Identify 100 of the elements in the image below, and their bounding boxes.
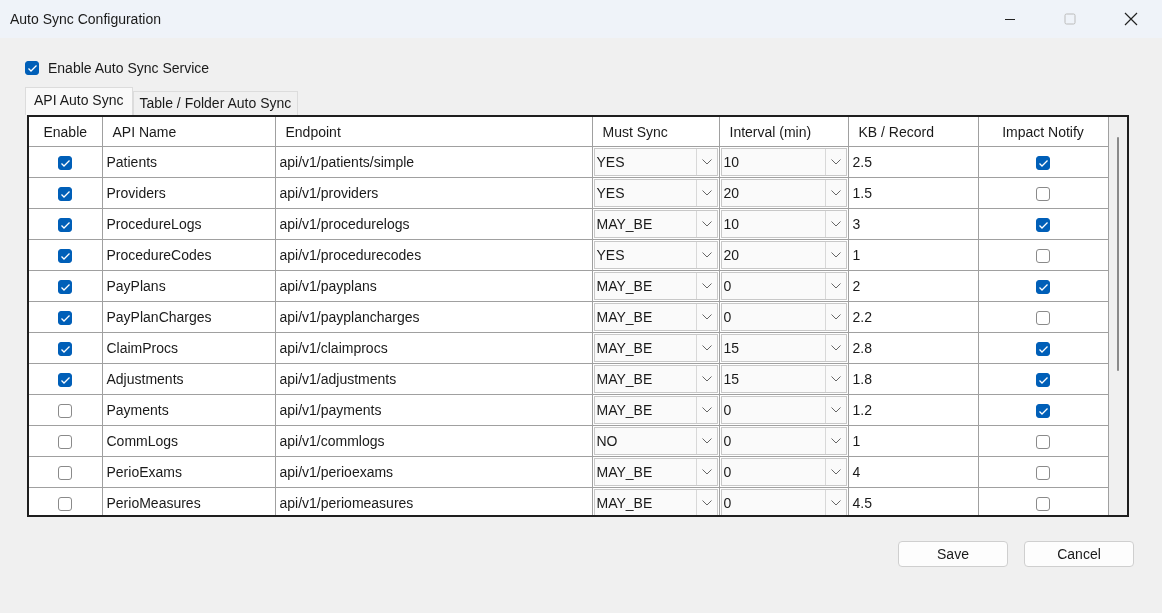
checkbox[interactable] xyxy=(58,497,73,512)
table-cell: api/v1/commlogs xyxy=(275,425,592,457)
checkbox[interactable] xyxy=(58,218,73,233)
dropdown[interactable]: MAY_BE xyxy=(593,210,718,238)
table-cell: 2 xyxy=(848,270,978,302)
checkbox[interactable] xyxy=(1036,404,1050,419)
chevron-down-icon xyxy=(830,314,841,320)
checkbox[interactable] xyxy=(1036,466,1050,481)
table-cell: api/v1/payments xyxy=(275,394,592,426)
chevron-down-icon xyxy=(701,314,712,320)
column-header[interactable]: Interval (min) xyxy=(719,117,848,147)
checkbox[interactable] xyxy=(1036,280,1050,295)
dropdown[interactable]: MAY_BE xyxy=(593,396,718,424)
dropdown[interactable]: MAY_BE xyxy=(593,489,718,515)
dropdown[interactable]: MAY_BE xyxy=(593,272,718,300)
column-header[interactable]: API Name xyxy=(102,117,275,147)
table-cell: PerioExams xyxy=(102,456,275,488)
table-cell: 1 xyxy=(848,239,978,271)
dropdown[interactable]: YES xyxy=(593,241,718,269)
checkbox[interactable] xyxy=(58,249,73,264)
checkbox[interactable] xyxy=(1036,249,1050,264)
column-header[interactable]: Impact Notify xyxy=(978,117,1108,147)
checkbox[interactable] xyxy=(1036,342,1050,357)
table-cell: api/v1/payplancharges xyxy=(275,301,592,333)
column-header[interactable]: KB / Record xyxy=(848,117,978,147)
dropdown[interactable]: 10 xyxy=(720,210,847,238)
table-cell: api/v1/procedurelogs xyxy=(275,208,592,240)
column-header[interactable]: Endpoint xyxy=(275,117,592,147)
checkbox[interactable] xyxy=(1036,187,1050,202)
close-icon[interactable] xyxy=(1124,12,1138,26)
dropdown[interactable]: 0 xyxy=(720,458,847,486)
chevron-down-icon xyxy=(701,407,712,413)
dropdown[interactable]: 0 xyxy=(720,303,847,331)
dropdown[interactable]: NO xyxy=(593,427,718,455)
chevron-down-icon xyxy=(701,438,712,444)
table-cell: Patients xyxy=(102,146,275,178)
table-cell: Providers xyxy=(102,177,275,209)
dropdown[interactable]: YES xyxy=(593,148,718,176)
scrollbar-thumb[interactable] xyxy=(1116,137,1119,371)
table-cell: api/v1/payplans xyxy=(275,270,592,302)
chevron-down-icon xyxy=(830,159,841,165)
chevron-down-icon xyxy=(830,252,841,258)
chevron-down-icon xyxy=(701,283,712,289)
cancel-button[interactable]: Cancel xyxy=(1024,541,1134,567)
chevron-down-icon xyxy=(830,407,841,413)
dropdown[interactable]: 10 xyxy=(720,148,847,176)
checkbox[interactable] xyxy=(1036,435,1050,450)
chevron-down-icon xyxy=(701,469,712,475)
table-cell: 3 xyxy=(848,208,978,240)
column-header[interactable]: Enable xyxy=(29,117,102,147)
table-cell: 2.5 xyxy=(848,146,978,178)
checkbox[interactable] xyxy=(1036,218,1050,233)
dropdown[interactable]: MAY_BE xyxy=(593,365,718,393)
dropdown[interactable]: 15 xyxy=(720,334,847,362)
dropdown[interactable]: MAY_BE xyxy=(593,334,718,362)
checkbox[interactable] xyxy=(58,187,73,202)
checkbox[interactable] xyxy=(25,61,39,75)
tab[interactable]: API Auto Sync xyxy=(25,87,133,115)
dropdown[interactable]: 0 xyxy=(720,427,847,455)
checkbox[interactable] xyxy=(58,280,73,295)
table-cell: ProcedureLogs xyxy=(102,208,275,240)
checkbox[interactable] xyxy=(58,435,73,450)
checkbox[interactable] xyxy=(58,466,73,481)
dropdown[interactable]: MAY_BE xyxy=(593,458,718,486)
dropdown[interactable]: 15 xyxy=(720,365,847,393)
save-button[interactable]: Save xyxy=(898,541,1008,567)
table-cell: api/v1/perioexams xyxy=(275,456,592,488)
dropdown[interactable]: MAY_BE xyxy=(593,303,718,331)
dropdown[interactable]: 0 xyxy=(720,396,847,424)
checkbox[interactable] xyxy=(58,311,73,326)
dropdown[interactable]: 0 xyxy=(720,489,847,515)
table-cell: CommLogs xyxy=(102,425,275,457)
checkbox-label: Enable Auto Sync Service xyxy=(48,60,210,76)
table-cell: Payments xyxy=(102,394,275,426)
checkbox[interactable] xyxy=(1036,311,1050,326)
chevron-down-icon xyxy=(830,500,841,506)
table-cell: PayPlanCharges xyxy=(102,301,275,333)
dropdown[interactable]: 20 xyxy=(720,179,847,207)
dropdown[interactable]: 0 xyxy=(720,272,847,300)
checkbox[interactable] xyxy=(58,373,73,388)
checkbox[interactable] xyxy=(58,342,73,357)
table-cell: 2.2 xyxy=(848,301,978,333)
tab[interactable]: Table / Folder Auto Sync xyxy=(132,91,299,115)
column-header[interactable]: Must Sync xyxy=(592,117,719,147)
chevron-down-icon xyxy=(830,469,841,475)
chevron-down-icon xyxy=(701,376,712,382)
dropdown[interactable]: 20 xyxy=(720,241,847,269)
checkbox[interactable] xyxy=(58,156,73,171)
dropdown[interactable]: YES xyxy=(593,179,718,207)
chevron-down-icon xyxy=(701,252,712,258)
table-cell: Adjustments xyxy=(102,363,275,395)
chevron-down-icon xyxy=(830,283,841,289)
table-cell: ClaimProcs xyxy=(102,332,275,364)
checkbox[interactable] xyxy=(1036,156,1050,171)
checkbox[interactable] xyxy=(1036,373,1050,388)
checkbox[interactable] xyxy=(58,404,73,419)
table-cell: 1 xyxy=(848,425,978,457)
checkbox[interactable] xyxy=(1036,497,1050,512)
table-cell: PayPlans xyxy=(102,270,275,302)
chevron-down-icon xyxy=(830,221,841,227)
